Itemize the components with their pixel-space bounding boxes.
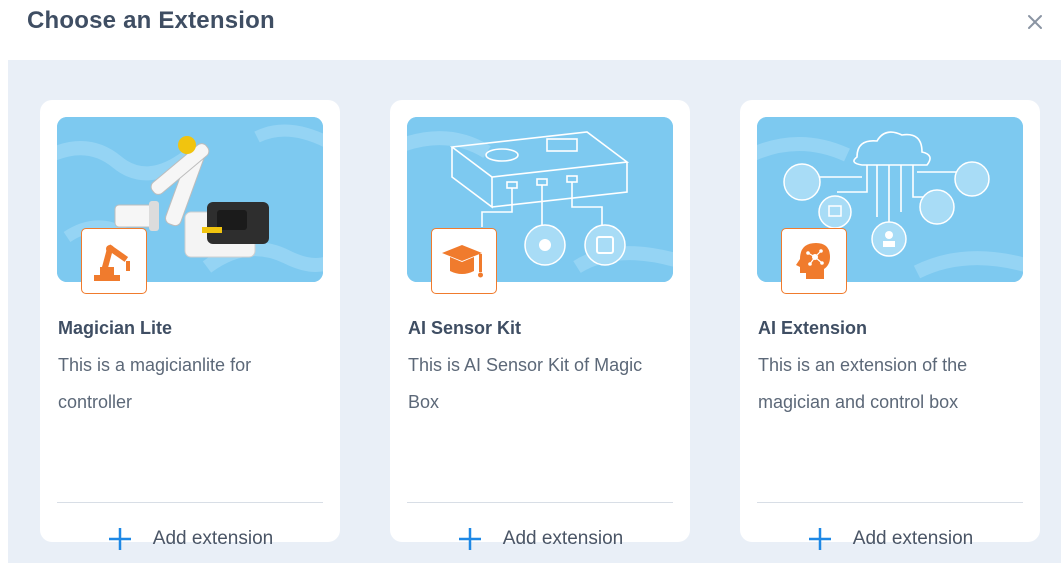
extension-description: This is AI Sensor Kit of Magic Box: [408, 355, 643, 412]
extension-badge: [781, 228, 847, 294]
plus-icon: [108, 528, 131, 550]
extension-card-ai-extension[interactable]: AI Extension This is an extension of the…: [740, 100, 1040, 550]
extension-card-ai-sensor-kit[interactable]: AI Sensor Kit This is AI Sensor Kit of M…: [390, 100, 690, 550]
extension-description: This is a magicianlite for controller: [58, 355, 252, 412]
dialog-title: Choose an Extension: [27, 7, 275, 34]
extension-badge: [431, 228, 497, 294]
extension-card-magician-lite[interactable]: Magician Lite This is a magicianlite for…: [40, 100, 340, 550]
add-extension-label: Add extension: [152, 528, 274, 549]
add-extension-button[interactable]: Add extension: [40, 503, 340, 575]
robot-arm-icon: [94, 244, 130, 281]
extension-badge: [81, 228, 147, 294]
close-button[interactable]: [1023, 10, 1047, 34]
plus-icon: [458, 528, 481, 550]
add-extension-button[interactable]: Add extension: [740, 503, 1040, 575]
add-extension-button[interactable]: Add extension: [390, 503, 690, 575]
graduation-cap-icon: [442, 245, 483, 278]
extension-title: AI Extension: [758, 318, 868, 338]
add-extension-label: Add extension: [852, 528, 974, 549]
extension-title: Magician Lite: [58, 318, 173, 338]
close-icon[interactable]: [1023, 10, 1047, 34]
extension-description: This is an extension of the magician and…: [758, 355, 968, 412]
extension-title: AI Sensor Kit: [408, 318, 522, 338]
extension-library: Magician Lite This is a magicianlite for…: [8, 60, 1061, 563]
add-extension-label: Add extension: [502, 528, 624, 549]
ai-head-icon: [796, 243, 830, 279]
plus-icon: [808, 528, 831, 550]
